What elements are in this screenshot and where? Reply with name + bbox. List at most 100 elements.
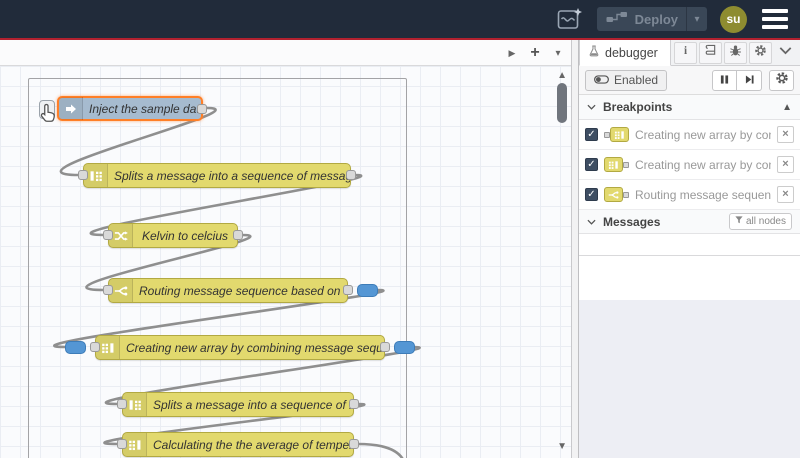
output-port[interactable] xyxy=(233,230,243,240)
user-avatar[interactable]: su xyxy=(720,5,747,33)
add-flow-button[interactable]: + xyxy=(528,44,542,62)
tab-debugger[interactable]: debugger xyxy=(579,40,671,66)
messages-title: Messages xyxy=(603,214,661,229)
main-menu-icon[interactable] xyxy=(760,7,790,31)
flow-node-split2[interactable]: Splits a message into a sequence of mess… xyxy=(117,392,359,417)
chevron-down-icon xyxy=(779,44,792,62)
collapse-chevron-icon xyxy=(587,219,596,225)
messages-section-header[interactable]: Messages all nodes xyxy=(579,210,800,234)
node-label: Routing message sequence based on condit… xyxy=(139,283,347,298)
debugger-enabled-toggle[interactable]: Enabled xyxy=(585,69,668,91)
book-icon xyxy=(704,44,717,62)
breakpoint-row[interactable]: ✓ Creating new array by combining messag… xyxy=(579,150,800,180)
node-label: Splits a message into a sequence of mess… xyxy=(114,168,350,183)
flow-node-change1[interactable]: Kelvin to celcius xyxy=(103,223,243,248)
node-label: Creating new array by combining message … xyxy=(126,340,384,355)
flow-node-join2[interactable]: Calculating the the average of temperatu… xyxy=(117,432,359,457)
join-icon xyxy=(604,157,623,172)
remove-breakpoint-button[interactable]: × xyxy=(777,186,794,203)
output-port[interactable] xyxy=(380,342,390,352)
deploy-nodes-icon xyxy=(606,10,628,28)
breakpoint-marker[interactable] xyxy=(394,341,415,354)
sidebar: debugger i Enabled Breakpoints ▲ ✓ Creat… xyxy=(579,40,800,458)
bug-icon xyxy=(729,44,742,62)
inject-icon xyxy=(59,97,83,120)
node-label: Calculating the the average of temperatu… xyxy=(153,437,353,452)
flow-node-join1[interactable]: Creating new array by combining message … xyxy=(65,335,415,360)
filter-icon xyxy=(735,216,743,227)
breakpoint-label: Creating new array by combining message … xyxy=(635,127,771,142)
output-port[interactable] xyxy=(349,399,359,409)
sidebar-info-tab[interactable]: i xyxy=(674,41,697,64)
flow-node-switch1[interactable]: Routing message sequence based on condit… xyxy=(103,278,378,303)
debugger-settings-button[interactable] xyxy=(769,69,794,91)
breakpoint-checkbox[interactable]: ✓ xyxy=(585,158,598,171)
enabled-label: Enabled xyxy=(614,73,659,87)
input-port[interactable] xyxy=(103,285,113,295)
breakpoint-checkbox[interactable]: ✓ xyxy=(585,188,598,201)
mini-node-icon xyxy=(604,157,629,172)
step-icon xyxy=(745,71,754,89)
sidebar-tabbar: debugger i xyxy=(579,40,800,66)
input-port[interactable] xyxy=(117,399,127,409)
node-label: Inject the sample data xyxy=(89,101,201,116)
sidebar-bug-tab[interactable] xyxy=(724,41,747,64)
input-port[interactable] xyxy=(117,439,127,449)
breakpoints-title: Breakpoints xyxy=(603,100,673,114)
mini-port xyxy=(623,191,629,198)
app-header: Deploy ▾ su xyxy=(0,0,800,38)
canvas-scroll-down-icon[interactable]: ▼ xyxy=(557,441,567,452)
breakpoint-marker[interactable] xyxy=(65,341,86,354)
inject-trigger-button[interactable] xyxy=(39,100,55,119)
messages-filter-button[interactable]: all nodes xyxy=(728,213,792,230)
sidebar-resize-handle[interactable] xyxy=(572,40,579,458)
toggle-icon xyxy=(594,73,609,87)
info-icon: i xyxy=(679,44,692,62)
pause-icon xyxy=(720,71,729,89)
breakpoint-marker[interactable] xyxy=(357,284,378,297)
output-port[interactable] xyxy=(197,104,207,114)
flow-node-split1[interactable]: Splits a message into a sequence of mess… xyxy=(78,163,356,188)
deploy-label: Deploy xyxy=(634,11,678,27)
mini-node-icon xyxy=(604,187,629,202)
canvas-scroll-up-icon[interactable]: ▲ xyxy=(557,70,567,81)
join-icon xyxy=(610,127,629,142)
remove-breakpoint-button[interactable]: × xyxy=(777,126,794,143)
breakpoint-row[interactable]: ✓ Routing message sequence based on cond… xyxy=(579,180,800,210)
workspace-area: ▶ + ▾ Inject the sample data Splits a mes… xyxy=(0,40,572,458)
tab-scroll-icon[interactable]: ▶ xyxy=(505,48,519,59)
node-red-app: Deploy ▾ su ▶ + ▾ Inject the sample data… xyxy=(0,0,800,458)
gear-icon xyxy=(775,71,789,90)
pause-button[interactable] xyxy=(712,69,737,91)
collapse-chevron-icon xyxy=(587,104,596,110)
input-port[interactable] xyxy=(103,230,113,240)
deploy-options-chevron-icon[interactable]: ▾ xyxy=(687,14,707,25)
flow-list-chevron-icon[interactable]: ▾ xyxy=(551,48,565,59)
output-port[interactable] xyxy=(346,170,356,180)
flask-icon xyxy=(588,45,600,60)
sidebar-gear-tab[interactable] xyxy=(749,41,772,64)
node-label: Kelvin to celcius xyxy=(141,228,229,243)
breakpoint-row[interactable]: ✓ Creating new array by combining messag… xyxy=(579,120,800,150)
output-port[interactable] xyxy=(349,439,359,449)
flow-assistant-icon[interactable] xyxy=(556,6,584,32)
output-port[interactable] xyxy=(343,285,353,295)
deploy-button[interactable]: Deploy ▾ xyxy=(596,7,707,31)
breakpoint-label: Creating new array by combining message … xyxy=(635,157,771,172)
debugger-toolbar: Enabled xyxy=(579,66,800,95)
flow-canvas[interactable]: Inject the sample data Splits a message i… xyxy=(0,66,571,458)
flow-node-inject1[interactable]: Inject the sample data xyxy=(39,96,207,121)
breakpoints-section-header[interactable]: Breakpoints ▲ xyxy=(579,95,800,120)
sidebar-book-tab[interactable] xyxy=(699,41,722,64)
input-port[interactable] xyxy=(78,170,88,180)
sidebar-chevron-down-tab[interactable] xyxy=(774,42,797,64)
flow-tabstrip: ▶ + ▾ xyxy=(0,40,571,66)
scroll-to-top-icon[interactable]: ▲ xyxy=(782,102,792,113)
canvas-scrollbar-thumb[interactable] xyxy=(557,83,567,123)
mini-port xyxy=(623,161,629,168)
remove-breakpoint-button[interactable]: × xyxy=(777,156,794,173)
breakpoint-checkbox[interactable]: ✓ xyxy=(585,128,598,141)
switch-icon xyxy=(604,187,623,202)
step-button[interactable] xyxy=(737,69,762,91)
input-port[interactable] xyxy=(90,342,100,352)
